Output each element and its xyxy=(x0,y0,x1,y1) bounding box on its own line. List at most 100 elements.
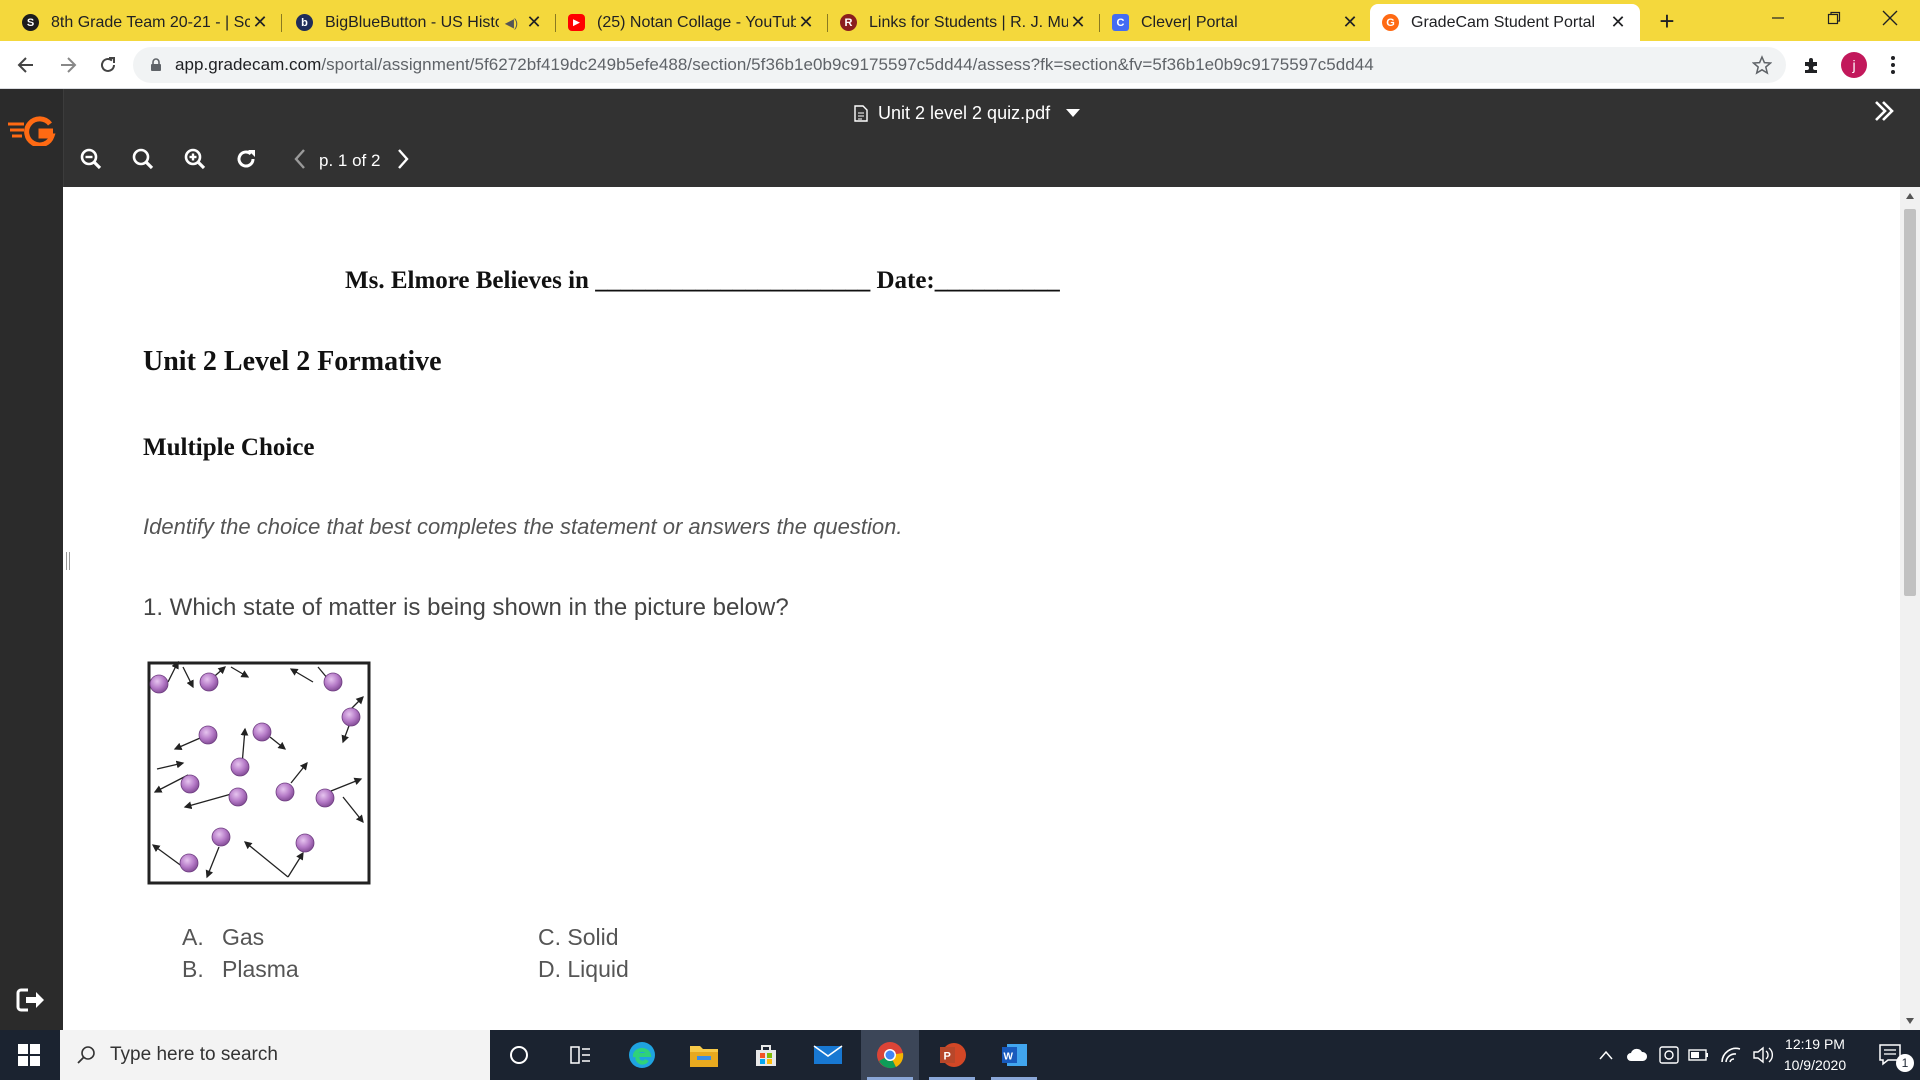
header-text: Ms. Elmore Believes in xyxy=(345,267,589,294)
taskbar-search-box[interactable]: Type here to search xyxy=(60,1030,490,1080)
gas-particles-diagram xyxy=(143,657,373,887)
bigbluebutton-icon: b xyxy=(296,14,313,31)
restore-icon xyxy=(1827,11,1841,25)
tab-title: Links for Students | R. J. Murr xyxy=(869,13,1068,31)
browser-menu-button[interactable] xyxy=(1877,49,1909,81)
lock-icon[interactable] xyxy=(149,58,163,72)
taskbar-clock[interactable]: 12:19 PM 10/9/2020 xyxy=(1770,1034,1860,1076)
close-icon xyxy=(1882,10,1898,26)
extensions-button[interactable] xyxy=(1796,49,1828,81)
instructions-text: Identify the choice that best completes … xyxy=(143,514,903,539)
mail-app[interactable] xyxy=(799,1030,857,1080)
clock-time: 12:19 PM xyxy=(1785,1036,1845,1052)
panel-resize-handle[interactable] xyxy=(66,552,70,570)
answer-choice: C. Solid xyxy=(538,924,619,951)
scroll-up-icon[interactable] xyxy=(1905,192,1915,200)
reload-button[interactable] xyxy=(92,49,124,81)
close-tab-icon[interactable]: ✕ xyxy=(1340,12,1360,33)
battery-icon[interactable] xyxy=(1688,1048,1710,1062)
onedrive-icon[interactable] xyxy=(1626,1048,1648,1062)
back-button[interactable] xyxy=(10,49,42,81)
rotate-icon xyxy=(237,150,255,168)
browser-toolbar: app.gradecam.com/sportal/assignment/5f62… xyxy=(0,41,1920,89)
answer-choice: D. Liquid xyxy=(538,956,629,983)
previous-page-button[interactable] xyxy=(286,145,314,173)
clever-icon: C xyxy=(1112,14,1129,31)
browser-tab[interactable]: C Clever| Portal ✕ xyxy=(1100,4,1372,41)
gradecam-logo-icon xyxy=(8,116,56,148)
restore-button[interactable] xyxy=(1806,0,1862,36)
next-page-button[interactable] xyxy=(389,145,417,173)
sign-out-button[interactable] xyxy=(16,987,46,1018)
task-view-icon xyxy=(570,1046,590,1064)
vertical-scrollbar[interactable] xyxy=(1900,187,1920,1030)
wifi-icon[interactable] xyxy=(1720,1046,1742,1064)
profile-button[interactable]: j xyxy=(1838,49,1870,81)
document-icon xyxy=(854,104,868,122)
security-icon[interactable] xyxy=(1658,1045,1680,1065)
zoom-in-button[interactable] xyxy=(181,145,209,173)
browser-tab[interactable]: S 8th Grade Team 20-21 - | Sch ✕ xyxy=(10,4,282,41)
bookmark-star-icon[interactable] xyxy=(1751,55,1773,80)
url-text[interactable]: app.gradecam.com/sportal/assignment/5f62… xyxy=(175,55,1374,75)
close-window-button[interactable] xyxy=(1862,0,1918,36)
close-tab-icon[interactable]: ✕ xyxy=(1068,12,1088,33)
audio-playing-icon[interactable]: ◀) xyxy=(505,16,518,30)
new-tab-button[interactable]: + xyxy=(1653,8,1681,36)
file-explorer-app[interactable] xyxy=(675,1030,733,1080)
zoom-out-button[interactable] xyxy=(77,145,105,173)
edge-app[interactable] xyxy=(613,1030,671,1080)
avatar: j xyxy=(1841,52,1867,78)
powerpoint-app[interactable]: P xyxy=(923,1030,981,1080)
chrome-app[interactable] xyxy=(861,1030,919,1080)
windows-logo-icon xyxy=(18,1044,40,1066)
collapse-panel-button[interactable] xyxy=(1872,99,1896,128)
task-view-button[interactable] xyxy=(551,1030,609,1080)
scrollbar-thumb[interactable] xyxy=(1904,209,1916,596)
choice-text: Solid xyxy=(567,924,619,950)
close-tab-icon[interactable]: ✕ xyxy=(524,12,544,33)
word-app[interactable]: W xyxy=(985,1030,1043,1080)
browser-tab[interactable]: b BigBlueButton - US Histo ◀) ✕ xyxy=(284,4,556,41)
file-name: Unit 2 level 2 quiz.pdf xyxy=(878,102,1051,123)
choice-letter: C. xyxy=(538,924,561,950)
gradecam-logo[interactable] xyxy=(6,116,56,151)
tab-title: BigBlueButton - US Histo xyxy=(325,13,499,31)
close-tab-icon[interactable]: ✕ xyxy=(1608,12,1628,33)
zoom-fit-button[interactable] xyxy=(129,145,157,173)
kebab-menu-icon xyxy=(1891,56,1895,74)
file-explorer-icon xyxy=(690,1046,718,1067)
notification-count-badge: 1 xyxy=(1896,1054,1914,1072)
rotate-button[interactable] xyxy=(232,145,260,173)
store-app[interactable] xyxy=(737,1030,795,1080)
choice-letter: A. xyxy=(182,924,204,950)
close-tab-icon[interactable]: ✕ xyxy=(250,12,270,33)
tab-title: 8th Grade Team 20-21 - | Sch xyxy=(51,13,250,31)
minimize-button[interactable] xyxy=(1750,0,1806,36)
close-tab-icon[interactable]: ✕ xyxy=(796,12,816,33)
caret-down-icon[interactable] xyxy=(1066,108,1081,118)
browser-tab[interactable]: R Links for Students | R. J. Murr ✕ xyxy=(828,4,1100,41)
clock-date: 10/9/2020 xyxy=(1783,1057,1847,1073)
forward-button[interactable] xyxy=(52,49,84,81)
url-host: app.gradecam.com xyxy=(175,55,322,74)
minimize-icon xyxy=(1772,17,1784,19)
start-button[interactable] xyxy=(0,1030,58,1080)
double-chevron-right-icon xyxy=(1875,101,1894,121)
address-bar[interactable]: app.gradecam.com/sportal/assignment/5f62… xyxy=(133,47,1786,83)
scroll-down-icon[interactable] xyxy=(1905,1017,1915,1025)
store-icon xyxy=(756,1045,776,1066)
action-center-button[interactable]: 1 xyxy=(1862,1030,1920,1080)
cortana-button[interactable] xyxy=(490,1030,548,1080)
edge-icon xyxy=(629,1042,655,1068)
browser-tab[interactable]: ▶ (25) Notan Collage - YouTub ✕ xyxy=(556,4,828,41)
worksheet-header: Ms. Elmore Believes in _________________… xyxy=(345,267,1060,295)
name-blank: ______________________ xyxy=(595,267,871,294)
file-selector[interactable]: Unit 2 level 2 quiz.pdf xyxy=(854,101,1081,125)
tab-title: (25) Notan Collage - YouTub xyxy=(597,13,796,31)
browser-tab-active[interactable]: G GradeCam Student Portal ✕ xyxy=(1370,4,1640,41)
browser-tab-strip: S 8th Grade Team 20-21 - | Sch ✕ b BigBl… xyxy=(0,0,1920,41)
chevron-up-icon[interactable] xyxy=(1598,1049,1614,1061)
youtube-icon: ▶ xyxy=(568,14,585,31)
svg-text:W: W xyxy=(1004,1052,1014,1063)
